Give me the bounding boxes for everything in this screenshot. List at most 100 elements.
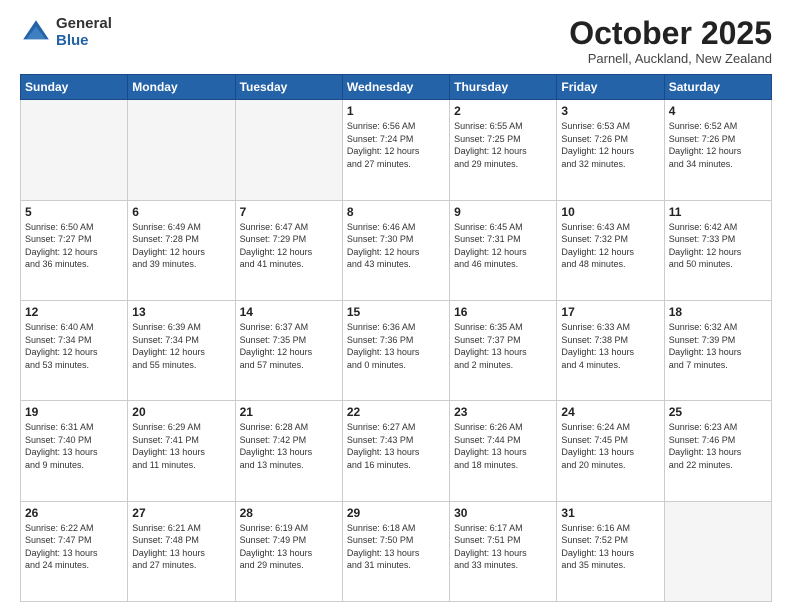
calendar-cell (128, 100, 235, 200)
day-number: 7 (240, 205, 338, 219)
day-info: Sunrise: 6:23 AM Sunset: 7:46 PM Dayligh… (669, 421, 767, 471)
calendar-cell: 5 Sunrise: 6:50 AM Sunset: 7:27 PM Daylig… (21, 200, 128, 300)
calendar-cell: 1Sunrise: 6:56 AM Sunset: 7:24 PM Daylig… (342, 100, 449, 200)
day-info: Sunrise: 6:50 AM Sunset: 7:27 PM Dayligh… (25, 221, 123, 271)
day-number: 11 (669, 205, 767, 219)
day-info: Sunrise: 6:46 AM Sunset: 7:30 PM Dayligh… (347, 221, 445, 271)
day-number: 15 (347, 305, 445, 319)
calendar-cell: 15 Sunrise: 6:36 AM Sunset: 7:36 PM Dayli… (342, 300, 449, 400)
day-number: 14 (240, 305, 338, 319)
calendar-cell: 24Sunrise: 6:24 AM Sunset: 7:45 PM Dayli… (557, 401, 664, 501)
day-info: Sunrise: 6:19 AM Sunset: 7:49 PM Dayligh… (240, 522, 338, 572)
calendar-cell: 10Sunrise: 6:43 AM Sunset: 7:32 PM Dayli… (557, 200, 664, 300)
day-number: 17 (561, 305, 659, 319)
day-number: 29 (347, 506, 445, 520)
day-number: 30 (454, 506, 552, 520)
day-number: 9 (454, 205, 552, 219)
day-info: Sunrise: 6:33 AM Sunset: 7:38 PM Dayligh… (561, 321, 659, 371)
calendar-cell: 9 Sunrise: 6:45 AM Sunset: 7:31 PM Daylig… (450, 200, 557, 300)
calendar-cell (664, 501, 771, 601)
header-tuesday: Tuesday (235, 75, 342, 100)
logo: General Blue (20, 16, 112, 49)
logo-icon (20, 17, 52, 49)
calendar-cell: 8 Sunrise: 6:46 AM Sunset: 7:30 PM Daylig… (342, 200, 449, 300)
day-number: 16 (454, 305, 552, 319)
calendar-cell: 31Sunrise: 6:16 AM Sunset: 7:52 PM Dayli… (557, 501, 664, 601)
calendar-cell: 2 Sunrise: 6:55 AM Sunset: 7:25 PM Daylig… (450, 100, 557, 200)
day-number: 12 (25, 305, 123, 319)
day-info: Sunrise: 6:39 AM Sunset: 7:34 PM Dayligh… (132, 321, 230, 371)
day-info: Sunrise: 6:42 AM Sunset: 7:33 PM Dayligh… (669, 221, 767, 271)
logo-blue: Blue (56, 33, 112, 50)
day-number: 20 (132, 405, 230, 419)
calendar-cell: 29 Sunrise: 6:18 AM Sunset: 7:50 PM Dayli… (342, 501, 449, 601)
day-number: 28 (240, 506, 338, 520)
calendar-cell: 13 Sunrise: 6:39 AM Sunset: 7:34 PM Dayli… (128, 300, 235, 400)
day-info: Sunrise: 6:45 AM Sunset: 7:31 PM Dayligh… (454, 221, 552, 271)
day-info: Sunrise: 6:47 AM Sunset: 7:29 PM Dayligh… (240, 221, 338, 271)
calendar-cell (21, 100, 128, 200)
header: General Blue October 2025 Parnell, Auckl… (20, 16, 772, 66)
calendar-cell (235, 100, 342, 200)
calendar-cell: 17 Sunrise: 6:33 AM Sunset: 7:38 PM Dayli… (557, 300, 664, 400)
calendar-cell: 20 Sunrise: 6:29 AM Sunset: 7:41 PM Dayli… (128, 401, 235, 501)
day-number: 6 (132, 205, 230, 219)
day-info: Sunrise: 6:21 AM Sunset: 7:48 PM Dayligh… (132, 522, 230, 572)
calendar-cell: 11 Sunrise: 6:42 AM Sunset: 7:33 PM Dayli… (664, 200, 771, 300)
calendar-cell: 25 Sunrise: 6:23 AM Sunset: 7:46 PM Dayli… (664, 401, 771, 501)
day-info: Sunrise: 6:55 AM Sunset: 7:25 PM Dayligh… (454, 120, 552, 170)
day-number: 8 (347, 205, 445, 219)
day-info: Sunrise: 6:31 AM Sunset: 7:40 PM Dayligh… (25, 421, 123, 471)
calendar-cell: 4 Sunrise: 6:52 AM Sunset: 7:26 PM Daylig… (664, 100, 771, 200)
calendar-week-row-0: 1Sunrise: 6:56 AM Sunset: 7:24 PM Daylig… (21, 100, 772, 200)
calendar-cell: 22Sunrise: 6:27 AM Sunset: 7:43 PM Dayli… (342, 401, 449, 501)
day-number: 1 (347, 104, 445, 118)
calendar-week-row-2: 12Sunrise: 6:40 AM Sunset: 7:34 PM Dayli… (21, 300, 772, 400)
day-number: 18 (669, 305, 767, 319)
day-info: Sunrise: 6:27 AM Sunset: 7:43 PM Dayligh… (347, 421, 445, 471)
day-info: Sunrise: 6:29 AM Sunset: 7:41 PM Dayligh… (132, 421, 230, 471)
day-number: 31 (561, 506, 659, 520)
calendar-cell: 21 Sunrise: 6:28 AM Sunset: 7:42 PM Dayli… (235, 401, 342, 501)
header-sunday: Sunday (21, 75, 128, 100)
calendar-week-row-4: 26Sunrise: 6:22 AM Sunset: 7:47 PM Dayli… (21, 501, 772, 601)
header-saturday: Saturday (664, 75, 771, 100)
day-number: 5 (25, 205, 123, 219)
calendar-cell: 27Sunrise: 6:21 AM Sunset: 7:48 PM Dayli… (128, 501, 235, 601)
day-number: 3 (561, 104, 659, 118)
day-number: 25 (669, 405, 767, 419)
day-info: Sunrise: 6:24 AM Sunset: 7:45 PM Dayligh… (561, 421, 659, 471)
calendar-cell: 23Sunrise: 6:26 AM Sunset: 7:44 PM Dayli… (450, 401, 557, 501)
day-number: 4 (669, 104, 767, 118)
calendar-cell: 7 Sunrise: 6:47 AM Sunset: 7:29 PM Daylig… (235, 200, 342, 300)
calendar-cell: 28 Sunrise: 6:19 AM Sunset: 7:49 PM Dayli… (235, 501, 342, 601)
calendar-cell: 18Sunrise: 6:32 AM Sunset: 7:39 PM Dayli… (664, 300, 771, 400)
calendar-cell: 12Sunrise: 6:40 AM Sunset: 7:34 PM Dayli… (21, 300, 128, 400)
day-info: Sunrise: 6:28 AM Sunset: 7:42 PM Dayligh… (240, 421, 338, 471)
header-friday: Friday (557, 75, 664, 100)
calendar-cell: 3Sunrise: 6:53 AM Sunset: 7:26 PM Daylig… (557, 100, 664, 200)
calendar-cell: 6 Sunrise: 6:49 AM Sunset: 7:28 PM Daylig… (128, 200, 235, 300)
location-subtitle: Parnell, Auckland, New Zealand (569, 51, 772, 66)
day-info: Sunrise: 6:35 AM Sunset: 7:37 PM Dayligh… (454, 321, 552, 371)
day-number: 10 (561, 205, 659, 219)
day-info: Sunrise: 6:37 AM Sunset: 7:35 PM Dayligh… (240, 321, 338, 371)
calendar-cell: 26Sunrise: 6:22 AM Sunset: 7:47 PM Dayli… (21, 501, 128, 601)
day-info: Sunrise: 6:18 AM Sunset: 7:50 PM Dayligh… (347, 522, 445, 572)
calendar-cell: 16 Sunrise: 6:35 AM Sunset: 7:37 PM Dayli… (450, 300, 557, 400)
calendar-cell: 19Sunrise: 6:31 AM Sunset: 7:40 PM Dayli… (21, 401, 128, 501)
day-number: 13 (132, 305, 230, 319)
day-info: Sunrise: 6:49 AM Sunset: 7:28 PM Dayligh… (132, 221, 230, 271)
day-number: 2 (454, 104, 552, 118)
calendar-cell: 14 Sunrise: 6:37 AM Sunset: 7:35 PM Dayli… (235, 300, 342, 400)
calendar-header-row: Sunday Monday Tuesday Wednesday Thursday… (21, 75, 772, 100)
logo-text: General Blue (56, 16, 112, 49)
calendar-cell: 30Sunrise: 6:17 AM Sunset: 7:51 PM Dayli… (450, 501, 557, 601)
page: General Blue October 2025 Parnell, Auckl… (0, 0, 792, 612)
calendar-week-row-1: 5 Sunrise: 6:50 AM Sunset: 7:27 PM Daylig… (21, 200, 772, 300)
day-info: Sunrise: 6:52 AM Sunset: 7:26 PM Dayligh… (669, 120, 767, 170)
day-info: Sunrise: 6:36 AM Sunset: 7:36 PM Dayligh… (347, 321, 445, 371)
day-number: 21 (240, 405, 338, 419)
day-number: 23 (454, 405, 552, 419)
header-monday: Monday (128, 75, 235, 100)
